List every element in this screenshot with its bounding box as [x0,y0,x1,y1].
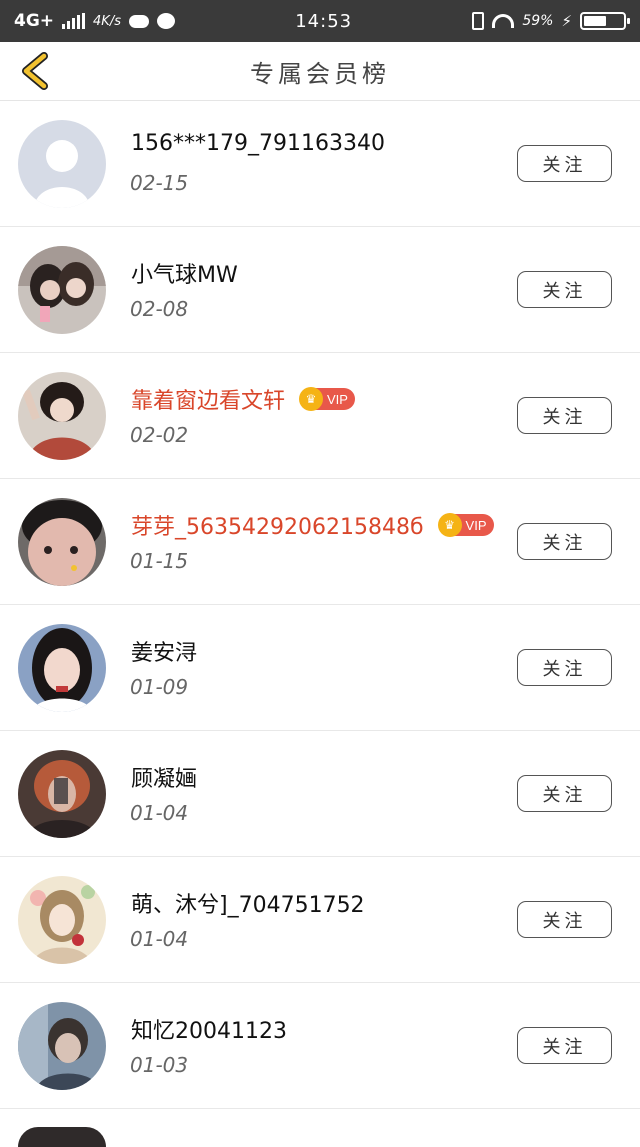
avatar[interactable] [18,498,106,586]
member-name: 芽芽_5635429206215848б [131,515,424,540]
member-date: 01-09 [130,675,189,699]
follow-button[interactable]: 关注 [517,271,612,308]
list-item-partial [0,1109,640,1147]
member-date: 01-15 [130,549,189,573]
avatar[interactable] [18,750,106,838]
member-name: 156***179_791163340 [131,131,385,156]
network-speed: 4K/s [93,13,121,29]
battery-percent: 59% [522,13,554,29]
avatar[interactable] [18,624,106,712]
avatar[interactable] [18,246,106,334]
list-item: 顾凝婳 01-04 关注 [0,731,640,857]
member-name: 萌、沐兮]_704751752 [131,893,365,918]
wechat-icon [156,13,175,29]
follow-button[interactable]: 关注 [517,523,612,560]
clock: 14:53 [295,10,353,32]
status-bar: 4G+ 4K/s 14:53 59% ⚡ [0,0,640,42]
list-item: 知忆20041123 01-03 关注 [0,983,640,1109]
avatar[interactable] [18,1127,106,1147]
crown-icon: ♛ [299,387,324,411]
wifi-icon [492,14,515,28]
member-date: 02-15 [130,171,189,195]
page-header: 专属会员榜 [0,42,640,101]
list-item: 芽芽_5635429206215848б ♛ VIP 01-15 关注 [0,479,640,605]
member-name-vip: 芽芽_5635429206215848б ♛ VIP [131,509,494,541]
member-date: 01-04 [130,801,189,825]
follow-button[interactable]: 关注 [517,901,612,938]
follow-button[interactable]: 关注 [517,775,612,812]
vip-label: VIP [465,517,487,533]
avatar[interactable] [18,876,106,964]
member-list: 156***179_791163340 02-15 关注 小气球MW 02-08… [0,101,640,1147]
list-item: 姜安浔 01-09 关注 [0,605,640,731]
member-name-vip: 靠着窗边看文轩 ♛ VIP [131,383,355,415]
member-name: 姜安浔 [131,641,198,666]
page-title: 专属会员榜 [250,59,390,88]
avatar-placeholder[interactable] [18,120,106,208]
member-date: 01-04 [130,927,189,951]
member-name: 知忆20041123 [131,1019,287,1044]
battery-icon [580,12,630,30]
charging-icon: ⚡ [561,12,572,30]
follow-button[interactable]: 关注 [517,397,612,434]
list-item: 小气球MW 02-08 关注 [0,227,640,353]
avatar[interactable] [18,1002,106,1090]
follow-button[interactable]: 关注 [517,1027,612,1064]
list-item: 靠着窗边看文轩 ♛ VIP 02-02 关注 [0,353,640,479]
follow-button[interactable]: 关注 [517,145,612,182]
chevron-left-icon[interactable] [18,52,52,90]
list-item: 156***179_791163340 02-15 关注 [0,101,640,227]
signal-icon [62,13,86,29]
vibrate-icon [472,12,485,30]
member-date: 02-08 [130,297,189,321]
follow-button[interactable]: 关注 [517,649,612,686]
vip-badge: ♛ VIP [299,387,355,411]
crown-icon: ♛ [437,513,462,537]
member-name: 小气球MW [131,263,238,288]
avatar[interactable] [18,372,106,460]
member-name: 靠着窗边看文轩 [131,389,286,414]
member-date: 02-02 [130,423,189,447]
member-date: 01-03 [130,1053,189,1077]
list-item: 萌、沐兮]_704751752 01-04 关注 [0,857,640,983]
member-name: 顾凝婳 [131,767,198,792]
vip-label: VIP [327,391,348,407]
vip-badge: ♛ VIP [437,513,494,537]
network-type: 4G+ [14,11,55,31]
cloud-icon [128,14,149,28]
